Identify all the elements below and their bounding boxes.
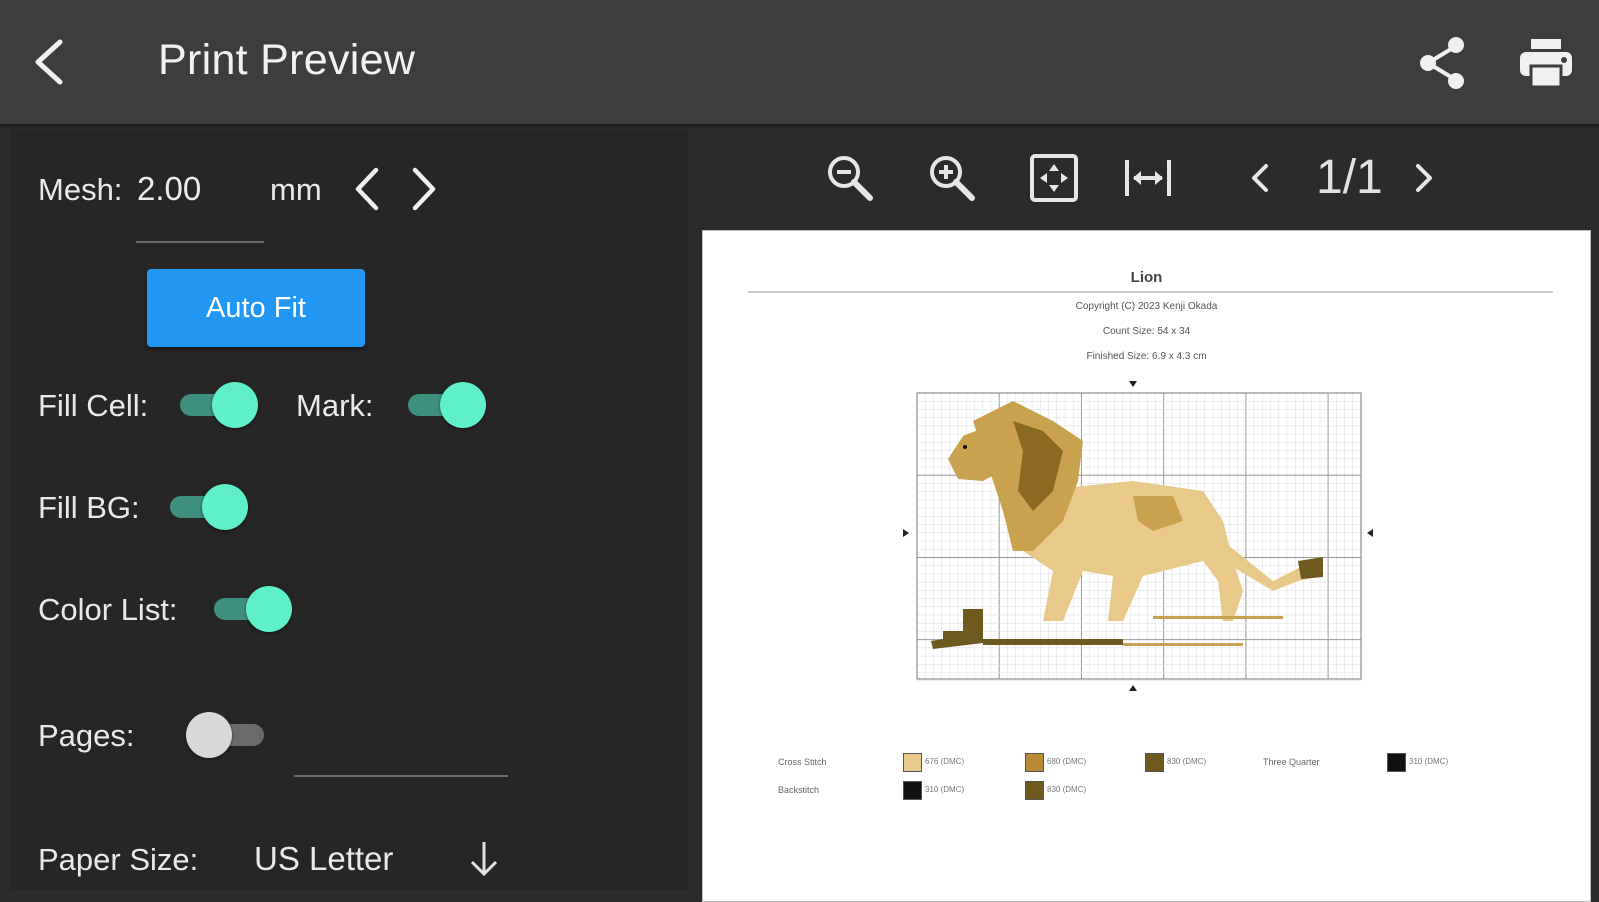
print-icon[interactable] xyxy=(1518,36,1574,90)
fill-bg-label: Fill BG: xyxy=(38,490,140,525)
legend-code: 676 (DMC) xyxy=(925,757,965,766)
pages-toggle[interactable] xyxy=(186,710,268,760)
back-arrow-icon[interactable] xyxy=(30,38,74,86)
preview-toolbar: 1/1 xyxy=(694,130,1599,226)
fit-width-icon[interactable] xyxy=(1122,152,1174,204)
mesh-decrease-chevron-left-icon[interactable] xyxy=(350,166,386,212)
mesh-input-underline xyxy=(136,241,264,243)
fit-page-icon[interactable] xyxy=(1028,152,1080,204)
legend-swatch xyxy=(903,781,922,800)
paper-size-select[interactable]: US Letter xyxy=(254,840,393,878)
fill-cell-toggle[interactable] xyxy=(176,380,258,430)
auto-fit-button[interactable]: Auto Fit xyxy=(147,269,365,347)
finished-size-text: Finished Size: 6.9 x 4.3 cm xyxy=(1086,351,1207,362)
page-title: Print Preview xyxy=(158,36,416,84)
legend-code: 680 (DMC) xyxy=(1047,757,1087,766)
legend-code: 310 (DMC) xyxy=(925,785,965,794)
page-counter: 1/1 xyxy=(1316,151,1383,204)
legend-three-quarter-label: Three Quarter xyxy=(1263,757,1320,767)
legend-code: 310 (DMC) xyxy=(1409,757,1449,766)
settings-panel: Mesh: 2.00 mm Auto Fit Fill Cell: Mark: … xyxy=(10,130,688,890)
share-icon[interactable] xyxy=(1418,36,1468,90)
mesh-input[interactable]: 2.00 xyxy=(137,170,201,208)
legend-code: 830 (DMC) xyxy=(1167,757,1207,766)
legend-swatch xyxy=(1145,753,1164,772)
legend-swatch xyxy=(1025,781,1044,800)
print-preview-sheet: Lion Copyright (C) 2023 Kenji Okada Coun… xyxy=(702,230,1591,902)
fill-cell-label: Fill Cell: xyxy=(38,388,149,423)
pattern-title: Lion xyxy=(1130,269,1163,286)
paper-size-label: Paper Size: xyxy=(38,842,199,877)
color-list-toggle[interactable] xyxy=(210,584,292,634)
mark-label: Mark: xyxy=(296,388,374,423)
mesh-unit: mm xyxy=(270,172,322,207)
legend-cross-stitch-label: Cross Stitch xyxy=(778,757,827,767)
paper-size-dropdown-arrow-icon[interactable] xyxy=(466,838,502,882)
color-list-label: Color List: xyxy=(38,592,178,627)
mesh-increase-chevron-right-icon[interactable] xyxy=(405,166,441,212)
count-size-text: Count Size: 54 x 34 xyxy=(1102,326,1191,337)
pattern-grid xyxy=(903,381,1373,691)
mesh-label: Mesh: xyxy=(38,172,123,207)
legend-swatch xyxy=(1387,753,1406,772)
lion-pattern xyxy=(931,401,1323,649)
copyright-text: Copyright (C) 2023 Kenji Okada xyxy=(1075,301,1218,312)
previous-page-chevron-left-icon[interactable] xyxy=(1234,152,1286,204)
next-page-chevron-right-icon[interactable] xyxy=(1398,152,1450,204)
pages-input-underline[interactable] xyxy=(294,775,508,777)
lion-tail-tuft xyxy=(1298,557,1323,579)
legend-swatch xyxy=(1025,753,1044,772)
legend-code: 830 (DMC) xyxy=(1047,785,1087,794)
legend-swatch xyxy=(903,753,922,772)
fill-bg-toggle[interactable] xyxy=(166,482,248,532)
zoom-in-icon[interactable] xyxy=(926,152,978,204)
app-bar: Print Preview xyxy=(0,0,1599,124)
zoom-out-icon[interactable] xyxy=(824,152,876,204)
title-divider xyxy=(748,291,1553,293)
mark-toggle[interactable] xyxy=(404,380,486,430)
pages-label: Pages: xyxy=(38,718,135,753)
legend-backstitch-label: Backstitch xyxy=(778,785,820,795)
